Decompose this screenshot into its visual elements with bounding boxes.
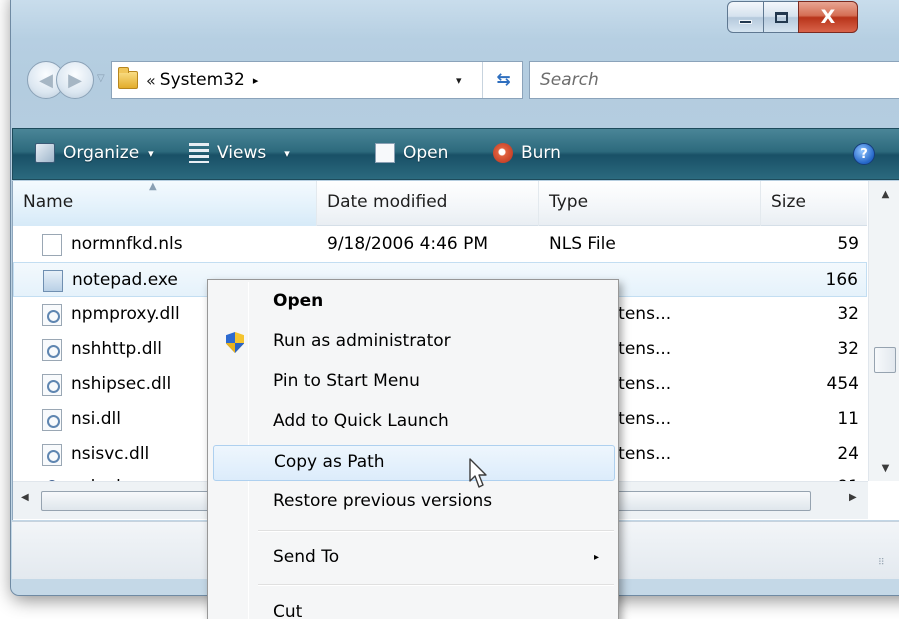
vertical-scroll-thumb[interactable] [874,347,896,373]
dll-icon [42,304,62,326]
dll-icon [42,339,62,361]
scroll-up-icon[interactable]: ▲ [869,189,899,200]
resize-grip-icon[interactable]: ⠿ [878,558,885,568]
help-icon: ? [860,146,868,162]
close-icon: X [820,6,836,28]
open-label: Open [403,143,449,163]
file-size: 32 [837,339,859,359]
recent-pages-dropdown[interactable]: ▽ [97,73,105,84]
folder-icon [118,67,138,89]
menu-item-label: Send To [273,547,340,567]
organize-button[interactable]: Organize ▾ [35,143,154,163]
column-header-name[interactable]: Name ▲ [13,181,317,226]
open-button[interactable]: Open [375,143,448,163]
help-button[interactable]: ? [853,143,875,165]
close-button[interactable]: X [798,1,858,33]
menu-separator [258,584,614,586]
refresh-icon: ⇆ [496,70,511,90]
file-row[interactable]: normnfkd.nls 9/18/2006 4:46 PM NLS File … [13,227,867,262]
views-button[interactable]: Views ▾ [189,143,290,163]
submenu-arrow-icon: ▸ [593,552,599,563]
column-header-row: Name ▲ Date modified Type Size [13,181,867,226]
back-arrow-icon: ◀ [39,69,53,91]
scroll-down-icon[interactable]: ▼ [869,463,899,474]
views-caret-icon: ▾ [284,146,290,160]
views-icon [189,143,209,163]
search-input[interactable]: Search [529,61,899,99]
file-size: 32 [837,304,859,324]
column-header-size[interactable]: Size [761,181,867,226]
column-header-type[interactable]: Type [539,181,761,226]
menu-item-label: Run as administrator [273,331,451,351]
file-name: nsisvc.dll [71,444,150,464]
forward-arrow-icon: ▶ [68,69,82,91]
maximize-button[interactable] [763,1,799,33]
context-menu: Open Run as administrator Pin to Start M… [207,279,619,619]
file-name: normnfkd.nls [71,234,183,254]
organize-caret-icon: ▾ [148,146,154,160]
menu-item-add-to-quick-launch[interactable]: Add to Quick Launch [213,405,615,441]
file-name: notepad.exe [72,270,178,290]
dll-icon [42,374,62,396]
menu-item-open[interactable]: Open [213,285,615,321]
file-name: nsi.dll [71,409,121,429]
scroll-right-icon[interactable]: ▶ [849,492,857,503]
column-name-label: Name [23,192,74,212]
column-header-date[interactable]: Date modified [317,181,539,226]
file-size: 166 [825,270,858,290]
application-icon [43,270,63,292]
menu-item-copy-as-path[interactable]: Copy as Path [213,445,615,481]
breadcrumb-overflow-button[interactable]: « [146,71,156,90]
refresh-button[interactable]: ⇆ [482,62,524,98]
menu-item-pin-to-start[interactable]: Pin to Start Menu [213,365,615,401]
document-icon [42,234,62,256]
dll-icon [42,444,62,466]
command-bar: Organize ▾ Views ▾ Open Burn ? [12,128,899,180]
views-label: Views [217,143,267,163]
mouse-pointer-icon [469,458,487,488]
burn-disc-icon [493,143,513,163]
burn-button[interactable]: Burn [493,143,561,163]
burn-label: Burn [521,143,561,163]
open-document-icon [375,143,395,163]
vertical-scrollbar[interactable]: ▲ ▼ [868,181,899,481]
address-dropdown-icon[interactable]: ▾ [456,74,462,87]
scroll-left-icon[interactable]: ◀ [21,492,29,503]
file-size: 24 [837,444,859,464]
sort-ascending-icon: ▲ [149,181,157,192]
file-type: NLS File [549,234,616,254]
organize-icon [35,143,55,163]
menu-separator [258,530,614,532]
file-name: nshhttp.dll [71,339,162,359]
uac-shield-icon [226,332,244,353]
breadcrumb-system32[interactable]: System32 [160,70,245,90]
file-name: nshipsec.dll [71,374,172,394]
breadcrumb-chevron-icon[interactable]: ▸ [253,74,259,87]
forward-button[interactable]: ▶ [56,61,94,99]
minimize-icon [739,20,752,24]
file-size: 454 [826,374,859,394]
minimize-button[interactable] [727,1,764,33]
address-bar[interactable]: « System32 ▸ ▾ ⇆ [111,61,523,99]
file-name: npmproxy.dll [71,304,180,324]
menu-item-restore-previous-versions[interactable]: Restore previous versions [213,485,615,521]
maximize-icon [774,11,788,23]
file-size: 59 [837,234,859,254]
file-size: 11 [837,409,859,429]
menu-item-run-as-administrator[interactable]: Run as administrator [213,325,615,361]
menu-item-cut[interactable]: Cut [213,596,615,619]
dll-icon [42,409,62,431]
organize-label: Organize [63,143,140,163]
menu-item-send-to[interactable]: Send To ▸ [213,541,615,577]
file-date: 9/18/2006 4:46 PM [327,234,489,254]
